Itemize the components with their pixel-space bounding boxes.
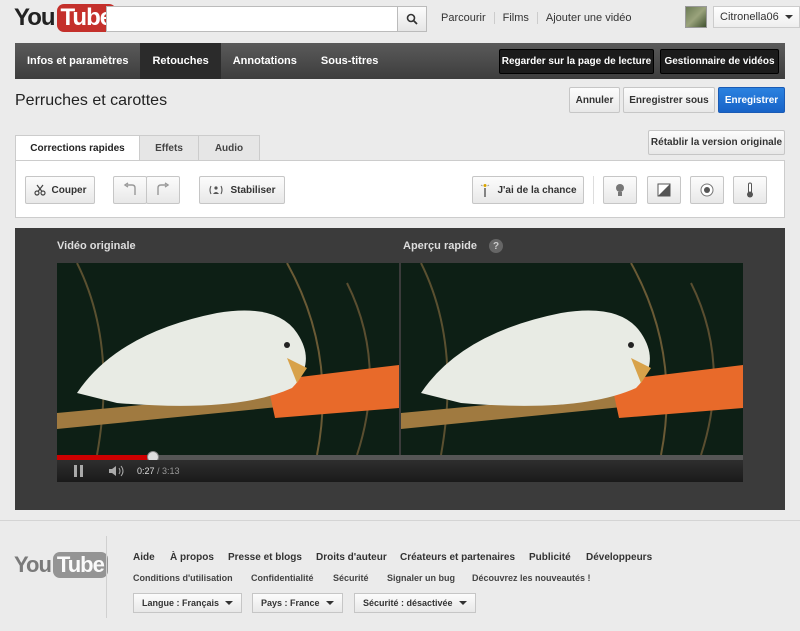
footer-link-press[interactable]: Presse et blogs: [228, 552, 302, 563]
page-title: Perruches et carottes: [15, 92, 168, 109]
save-button[interactable]: Enregistrer: [718, 87, 785, 113]
tab-effects[interactable]: Effets: [139, 135, 199, 161]
volume-icon[interactable]: [108, 465, 126, 480]
footer-link-privacy[interactable]: Confidentialité: [251, 573, 314, 583]
tab-enhancements[interactable]: Retouches: [140, 43, 221, 79]
watch-page-button[interactable]: Regarder sur la page de lecture: [499, 49, 654, 74]
nav-films[interactable]: Films: [495, 12, 538, 24]
saturation-icon: [700, 183, 714, 197]
stabilize-button[interactable]: Stabiliser: [199, 176, 285, 204]
footer-logo-tube: Tube: [52, 552, 108, 578]
current-time: 0:27: [137, 466, 155, 476]
country-select[interactable]: Pays : France: [252, 593, 343, 613]
tab-info-settings[interactable]: Infos et paramètres: [15, 43, 140, 79]
tab-audio[interactable]: Audio: [198, 135, 260, 161]
color-temperature-button[interactable]: [733, 176, 767, 204]
safety-mode-select[interactable]: Sécurité : désactivée: [354, 593, 476, 613]
chevron-down-icon: [325, 601, 334, 605]
edit-tabs: Corrections rapides Effets Audio: [15, 135, 260, 161]
logo-you: You: [14, 4, 56, 31]
footer-link-whats-new[interactable]: Découvrez les nouveautés !: [472, 573, 591, 583]
stabilize-label: Stabiliser: [230, 184, 276, 196]
feeling-lucky-label: J'ai de la chance: [497, 184, 577, 196]
cut-label: Couper: [51, 184, 87, 196]
footer-link-help[interactable]: Aide: [133, 552, 155, 563]
tab-annotations[interactable]: Annotations: [221, 43, 309, 79]
tab-captions[interactable]: Sous-titres: [309, 43, 390, 79]
tab-quick-fixes[interactable]: Corrections rapides: [15, 135, 140, 161]
cancel-button[interactable]: Annuler: [569, 87, 620, 113]
thermometer-icon: [747, 182, 753, 198]
restore-original-button[interactable]: Rétablir la version originale: [648, 130, 785, 155]
top-nav: Parcourir Films Ajouter une vidéo: [433, 12, 640, 24]
nav-upload[interactable]: Ajouter une vidéo: [538, 12, 640, 24]
footer-divider: [106, 536, 107, 618]
feeling-lucky-button[interactable]: J'ai de la chance: [472, 176, 584, 204]
search-input[interactable]: [106, 6, 398, 32]
language-select[interactable]: Langue : Français: [133, 593, 243, 613]
footer-link-about[interactable]: À propos: [170, 552, 214, 563]
time-display: 0:27 / 3:13: [137, 466, 180, 476]
scissors-icon: [33, 184, 46, 196]
footer-link-advertising[interactable]: Publicité: [529, 552, 571, 563]
parakeet-preview-image: [401, 263, 743, 455]
magic-wand-icon: [481, 184, 490, 197]
preview-video-frame[interactable]: [401, 263, 743, 455]
pause-icon[interactable]: [74, 465, 84, 477]
chevron-down-icon: [225, 601, 234, 605]
footer-link-copyright[interactable]: Droits d'auteur: [316, 552, 387, 563]
original-video-frame[interactable]: [57, 263, 399, 455]
rotate-left-button[interactable]: [113, 176, 147, 204]
help-icon[interactable]: ?: [489, 239, 503, 253]
country-value: Pays : France: [261, 598, 320, 608]
user-menu[interactable]: Citronella06: [685, 6, 800, 28]
avatar: [685, 6, 707, 28]
footer-link-safety[interactable]: Sécurité: [333, 573, 369, 583]
stabilize-icon: [209, 185, 224, 195]
footer-logo-you: You: [14, 552, 52, 577]
quick-preview-label: Aperçu rapide: [403, 240, 477, 252]
lightbulb-icon: [616, 184, 624, 196]
video-manager-button[interactable]: Gestionnaire de vidéos: [660, 49, 779, 74]
parakeet-image: [57, 263, 399, 455]
nav-browse[interactable]: Parcourir: [433, 12, 495, 24]
rotate-right-icon: [157, 182, 170, 195]
original-video-label: Vidéo originale: [57, 240, 136, 252]
contrast-icon: [657, 183, 671, 197]
rotate-left-icon: [123, 182, 136, 195]
duration: / 3:13: [157, 466, 180, 476]
chevron-down-icon: [458, 601, 467, 605]
footer-link-terms[interactable]: Conditions d'utilisation: [133, 573, 233, 583]
footer-link-developers[interactable]: Développeurs: [586, 552, 652, 563]
username: Citronella06: [720, 11, 779, 23]
search-button[interactable]: [397, 6, 427, 32]
contrast-button[interactable]: [647, 176, 681, 204]
footer-youtube-logo[interactable]: You Tube: [14, 552, 108, 578]
footer-link-creators[interactable]: Créateurs et partenaires: [400, 552, 515, 563]
safety-value: Sécurité : désactivée: [363, 598, 453, 608]
username-button[interactable]: Citronella06: [713, 6, 800, 28]
rotate-right-button[interactable]: [146, 176, 180, 204]
toolbar-divider: [593, 176, 594, 204]
footer-link-report-bug[interactable]: Signaler un bug: [387, 573, 455, 583]
save-as-button[interactable]: Enregistrer sous: [623, 87, 715, 113]
chevron-down-icon: [784, 15, 793, 19]
saturation-button[interactable]: [690, 176, 724, 204]
youtube-logo[interactable]: You Tube: [14, 4, 117, 32]
cut-button[interactable]: Couper: [25, 176, 95, 204]
fill-light-button[interactable]: [603, 176, 637, 204]
language-value: Langue : Français: [142, 598, 220, 608]
search-icon: [406, 13, 418, 25]
